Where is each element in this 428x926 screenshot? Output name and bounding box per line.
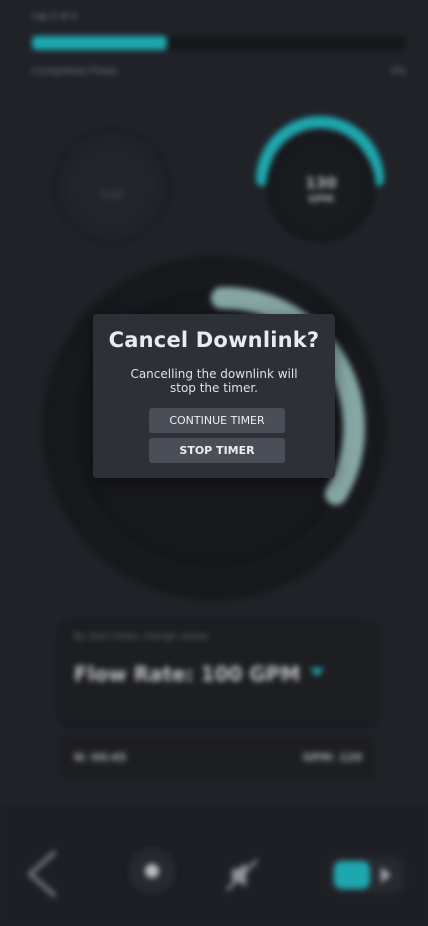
cancel-downlink-dialog: Cancel Downlink? Cancelling the downlink…	[93, 314, 335, 478]
continue-timer-button[interactable]: CONTINUE TIMER	[149, 408, 285, 433]
dialog-title: Cancel Downlink?	[108, 328, 320, 352]
app-screen: Lap 2 of 4 Completed Flows 3% 0:00 130 G…	[0, 0, 428, 926]
stop-timer-button[interactable]: STOP TIMER	[149, 438, 285, 463]
dialog-message: Cancelling the downlink will stop the ti…	[130, 367, 298, 395]
